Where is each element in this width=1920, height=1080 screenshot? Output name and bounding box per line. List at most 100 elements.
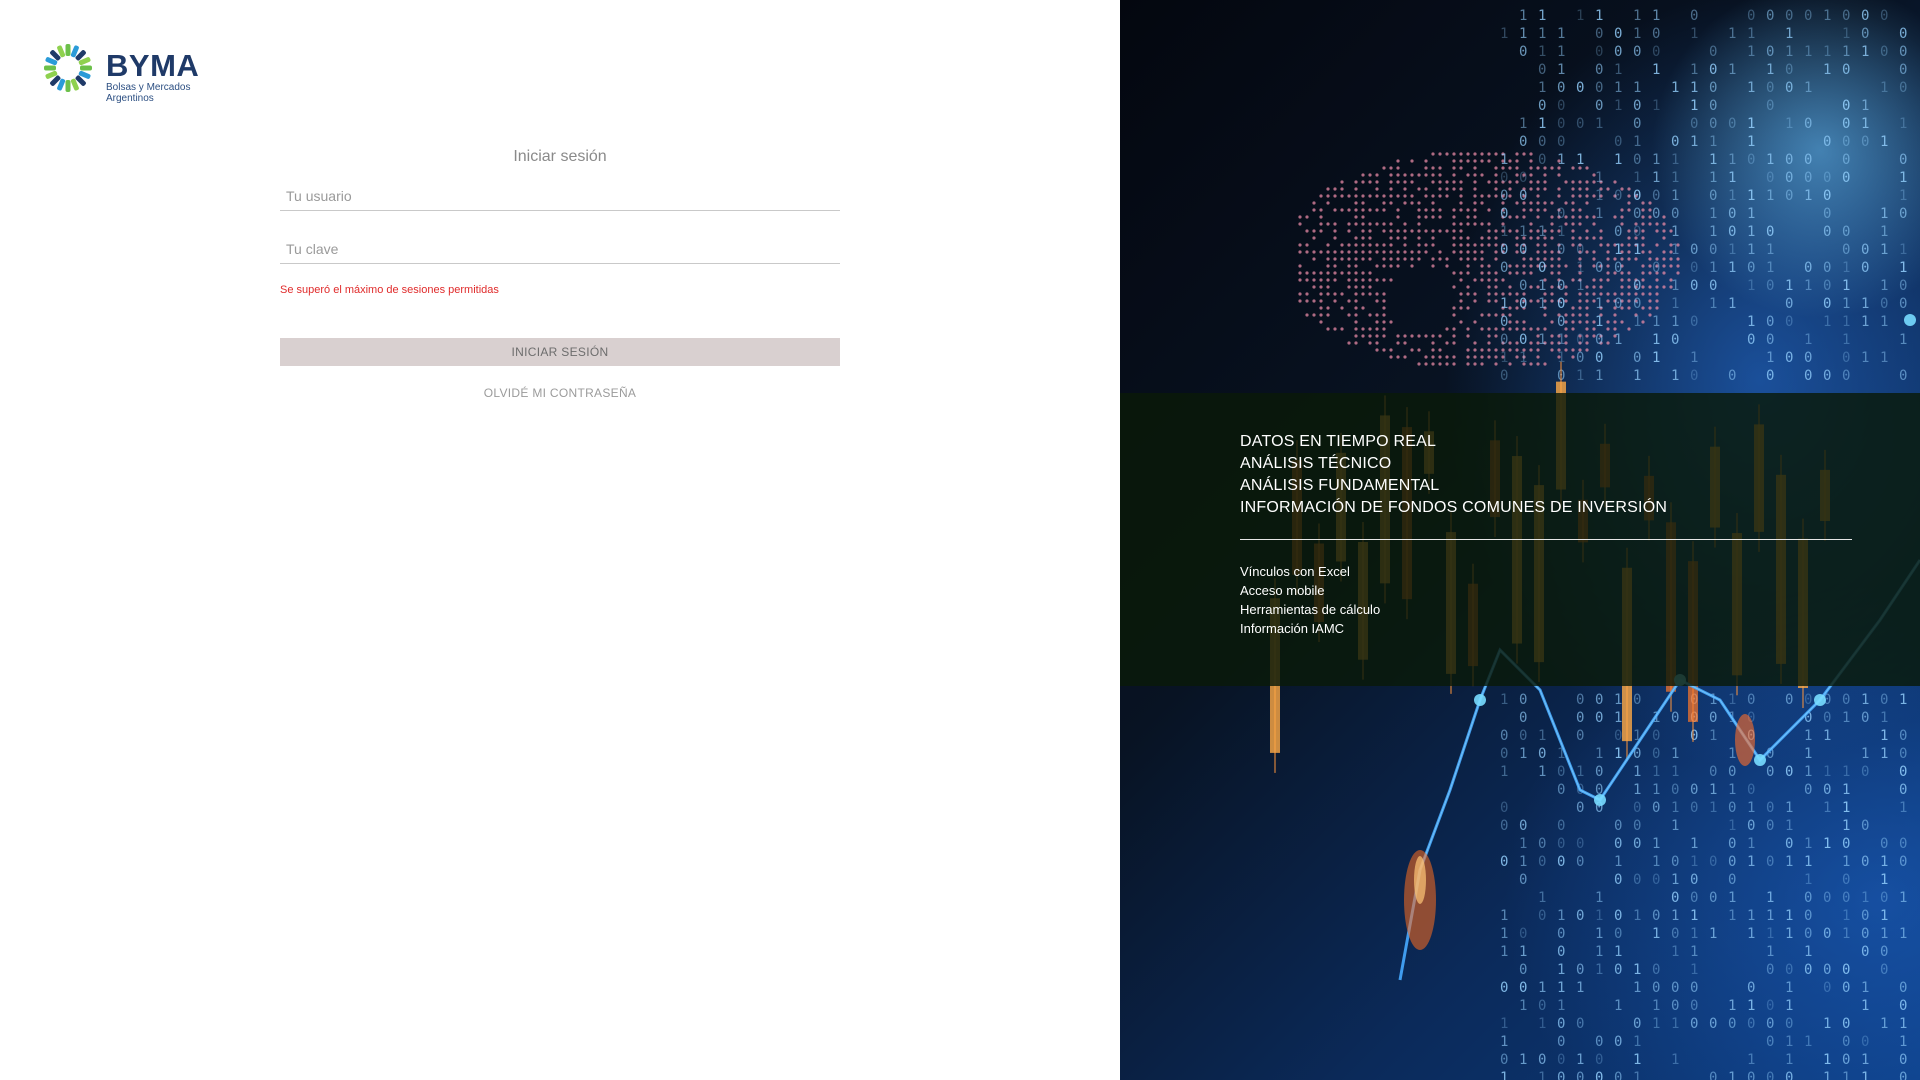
svg-text:0: 0: [1709, 764, 1717, 780]
svg-text:1: 1: [1861, 890, 1869, 906]
svg-text:1: 1: [1595, 746, 1603, 762]
svg-text:1: 1: [1633, 242, 1641, 258]
svg-text:0: 0: [1804, 962, 1812, 978]
svg-text:1: 1: [1538, 80, 1546, 96]
svg-text:0: 0: [1823, 782, 1831, 798]
svg-text:0: 0: [1633, 278, 1641, 294]
svg-text:0: 0: [1595, 26, 1603, 42]
svg-text:0: 0: [1899, 782, 1907, 798]
svg-text:0: 0: [1899, 206, 1907, 222]
svg-text:0: 0: [1595, 710, 1603, 726]
svg-text:0: 0: [1576, 962, 1584, 978]
svg-text:0: 0: [1804, 908, 1812, 924]
svg-text:1: 1: [1652, 836, 1660, 852]
svg-text:0: 0: [1728, 368, 1736, 384]
svg-text:0: 0: [1557, 818, 1565, 834]
svg-text:0: 0: [1690, 260, 1698, 276]
svg-text:0: 0: [1899, 296, 1907, 312]
svg-text:1: 1: [1500, 350, 1508, 366]
svg-text:0: 0: [1557, 278, 1565, 294]
svg-text:1: 1: [1633, 368, 1641, 384]
svg-text:1: 1: [1690, 926, 1698, 942]
svg-text:0: 0: [1842, 1034, 1850, 1050]
svg-text:0: 0: [1671, 206, 1679, 222]
svg-text:0: 0: [1671, 980, 1679, 996]
svg-text:1: 1: [1576, 278, 1584, 294]
svg-text:1: 1: [1785, 116, 1793, 132]
svg-text:0: 0: [1614, 728, 1622, 744]
svg-text:0: 0: [1538, 134, 1546, 150]
svg-text:0: 0: [1880, 962, 1888, 978]
svg-text:0: 0: [1766, 1070, 1774, 1080]
svg-text:1: 1: [1671, 80, 1679, 96]
svg-text:0: 0: [1652, 26, 1660, 42]
svg-text:1: 1: [1747, 116, 1755, 132]
svg-text:1: 1: [1804, 44, 1812, 60]
svg-text:1: 1: [1842, 314, 1850, 330]
svg-text:0: 0: [1557, 80, 1565, 96]
svg-text:1: 1: [1766, 944, 1774, 960]
svg-text:0: 0: [1538, 854, 1546, 870]
svg-text:1: 1: [1519, 8, 1527, 24]
svg-text:1: 1: [1728, 782, 1736, 798]
svg-text:1: 1: [1557, 26, 1565, 42]
forgot-password-link[interactable]: OLVIDÉ MI CONTRASEÑA: [280, 386, 840, 400]
svg-text:0: 0: [1595, 260, 1603, 276]
svg-text:0: 0: [1842, 890, 1850, 906]
svg-text:0: 0: [1576, 728, 1584, 744]
login-panel: BYMA Bolsas y Mercados Argentinos Inicia…: [0, 0, 1120, 1080]
svg-text:1: 1: [1652, 1016, 1660, 1032]
svg-text:0: 0: [1842, 872, 1850, 888]
svg-text:1: 1: [1671, 224, 1679, 240]
svg-text:0: 0: [1557, 1016, 1565, 1032]
svg-text:1: 1: [1899, 242, 1907, 258]
svg-text:0: 0: [1766, 818, 1774, 834]
svg-text:0: 0: [1500, 728, 1508, 744]
svg-text:0: 0: [1880, 836, 1888, 852]
password-input[interactable]: [280, 235, 840, 263]
svg-text:1: 1: [1595, 944, 1603, 960]
svg-text:0: 0: [1519, 332, 1527, 348]
brand-tagline: Bolsas y Mercados Argentinos: [106, 82, 190, 104]
svg-text:0: 0: [1766, 998, 1774, 1014]
svg-text:1: 1: [1595, 170, 1603, 186]
svg-text:0: 0: [1652, 962, 1660, 978]
svg-text:0: 0: [1557, 926, 1565, 942]
svg-text:1: 1: [1690, 908, 1698, 924]
promo-feature: Herramientas de cálculo: [1240, 602, 1381, 617]
svg-text:1: 1: [1842, 854, 1850, 870]
svg-text:1: 1: [1633, 782, 1641, 798]
svg-text:1: 1: [1785, 818, 1793, 834]
login-button[interactable]: INICIAR SESIÓN: [280, 338, 840, 366]
svg-text:0: 0: [1500, 242, 1508, 258]
svg-text:1: 1: [1842, 26, 1850, 42]
svg-text:0: 0: [1804, 926, 1812, 942]
svg-text:0: 0: [1614, 1070, 1622, 1080]
svg-text:0: 0: [1557, 1070, 1565, 1080]
svg-text:0: 0: [1500, 206, 1508, 222]
svg-text:0: 0: [1899, 62, 1907, 78]
svg-text:0: 0: [1519, 44, 1527, 60]
svg-text:1: 1: [1538, 980, 1546, 996]
svg-text:0: 0: [1557, 854, 1565, 870]
svg-text:0: 0: [1557, 98, 1565, 114]
svg-text:1: 1: [1861, 1070, 1869, 1080]
svg-text:0: 0: [1557, 242, 1565, 258]
svg-text:1: 1: [1614, 746, 1622, 762]
svg-text:1: 1: [1500, 944, 1508, 960]
svg-text:1: 1: [1842, 296, 1850, 312]
svg-text:1: 1: [1671, 746, 1679, 762]
svg-text:1: 1: [1690, 836, 1698, 852]
promo-feature: Información IAMC: [1240, 621, 1345, 636]
svg-text:0: 0: [1500, 980, 1508, 996]
svg-text:0: 0: [1728, 800, 1736, 816]
svg-text:1: 1: [1728, 890, 1736, 906]
svg-text:1: 1: [1880, 206, 1888, 222]
svg-text:0: 0: [1899, 764, 1907, 780]
svg-text:1: 1: [1747, 80, 1755, 96]
svg-text:1: 1: [1804, 278, 1812, 294]
svg-text:0: 0: [1804, 890, 1812, 906]
svg-text:0: 0: [1842, 98, 1850, 114]
svg-text:1: 1: [1614, 692, 1622, 708]
username-input[interactable]: [280, 182, 840, 210]
